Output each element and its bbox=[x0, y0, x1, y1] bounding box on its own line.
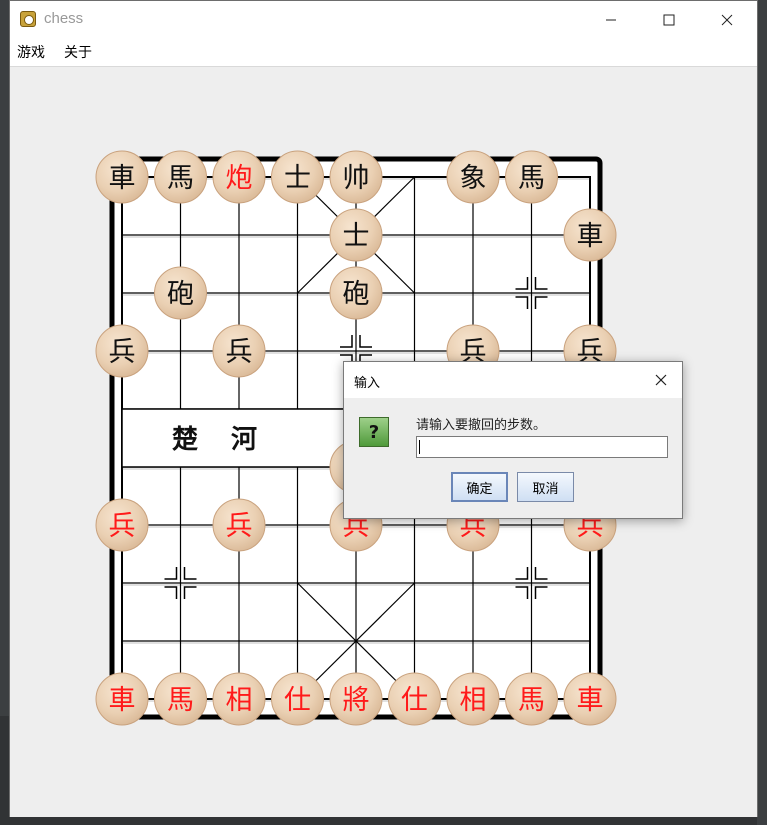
minimize-icon bbox=[606, 19, 616, 20]
chess-piece[interactable]: 馬 bbox=[505, 150, 558, 204]
piece-label: 馬 bbox=[167, 163, 194, 194]
app-icon bbox=[20, 11, 36, 27]
chess-piece[interactable]: 車 bbox=[95, 150, 149, 204]
ok-button[interactable]: 确定 bbox=[451, 472, 508, 502]
chess-piece[interactable]: 仕 bbox=[388, 672, 441, 726]
chess-piece[interactable]: 炮 bbox=[212, 150, 266, 204]
chess-piece[interactable]: 相 bbox=[212, 672, 266, 726]
piece-label: 兵 bbox=[109, 511, 136, 542]
piece-label: 砲 bbox=[343, 279, 370, 310]
chess-piece[interactable]: 車 bbox=[95, 672, 149, 726]
piece-label: 兵 bbox=[226, 337, 253, 368]
chess-piece[interactable]: 帅 bbox=[329, 150, 383, 204]
piece-label: 相 bbox=[460, 685, 487, 716]
piece-label: 炮 bbox=[226, 163, 253, 194]
piece-label: 馬 bbox=[167, 685, 194, 716]
steps-input[interactable] bbox=[416, 436, 668, 458]
chess-piece[interactable]: 砲 bbox=[154, 266, 207, 320]
dialog-title: 输入 bbox=[354, 376, 381, 391]
piece-label: 帅 bbox=[343, 163, 370, 194]
piece-label: 馬 bbox=[518, 685, 545, 716]
piece-label: 士 bbox=[343, 221, 370, 252]
piece-label: 車 bbox=[109, 163, 136, 194]
menu-bar: 游戏 关于 bbox=[10, 38, 757, 67]
close-icon bbox=[721, 14, 733, 25]
piece-label: 馬 bbox=[518, 163, 545, 194]
river-text-chu-he: 楚 河 bbox=[172, 425, 269, 455]
chess-piece[interactable]: 相 bbox=[446, 672, 500, 726]
minimize-button[interactable] bbox=[588, 1, 634, 38]
title-bar[interactable]: chess bbox=[10, 1, 757, 38]
chess-piece[interactable]: 車 bbox=[563, 208, 617, 262]
chess-piece[interactable]: 士 bbox=[329, 208, 383, 262]
chess-piece[interactable]: 馬 bbox=[154, 150, 207, 204]
chess-piece[interactable]: 兵 bbox=[95, 324, 149, 378]
chess-piece[interactable]: 士 bbox=[271, 150, 324, 204]
chess-piece[interactable]: 馬 bbox=[154, 672, 207, 726]
piece-label: 兵 bbox=[109, 337, 136, 368]
close-button[interactable] bbox=[704, 1, 750, 38]
text-caret bbox=[419, 440, 420, 454]
piece-label: 仕 bbox=[284, 685, 311, 716]
maximize-button[interactable] bbox=[646, 1, 692, 38]
piece-label: 兵 bbox=[226, 511, 253, 542]
piece-label: 士 bbox=[284, 163, 311, 194]
chess-piece[interactable]: 兵 bbox=[212, 324, 266, 378]
background-right-strip bbox=[757, 0, 767, 825]
dialog-prompt: 请输入要撤回的步数。 bbox=[416, 418, 547, 433]
chess-piece[interactable]: 車 bbox=[563, 672, 617, 726]
chess-piece[interactable]: 兵 bbox=[95, 498, 149, 552]
chess-piece[interactable]: 兵 bbox=[212, 498, 266, 552]
chess-piece[interactable]: 馬 bbox=[505, 672, 558, 726]
piece-label: 車 bbox=[577, 685, 604, 716]
chess-piece[interactable]: 將 bbox=[329, 672, 383, 726]
question-icon: ? bbox=[359, 417, 389, 447]
piece-label: 象 bbox=[460, 163, 487, 194]
piece-label: 仕 bbox=[401, 685, 428, 716]
chess-piece[interactable]: 仕 bbox=[271, 672, 324, 726]
menu-about[interactable]: 关于 bbox=[64, 42, 92, 62]
piece-label: 車 bbox=[109, 685, 136, 716]
piece-label: 車 bbox=[577, 221, 604, 252]
piece-label: 將 bbox=[343, 685, 370, 716]
chess-piece[interactable]: 象 bbox=[446, 150, 500, 204]
maximize-icon bbox=[663, 14, 675, 25]
menu-game[interactable]: 游戏 bbox=[17, 42, 45, 62]
chess-piece[interactable]: 砲 bbox=[329, 266, 383, 320]
piece-label: 相 bbox=[226, 685, 253, 716]
dialog-title-bar[interactable]: 输入 bbox=[344, 362, 682, 398]
piece-label: 砲 bbox=[167, 279, 194, 310]
input-dialog: 输入 ? 请输入要撤回的步数。 确定 取消 bbox=[343, 361, 683, 519]
window-title: chess bbox=[44, 10, 84, 27]
close-icon bbox=[655, 374, 667, 386]
cancel-button[interactable]: 取消 bbox=[517, 472, 574, 502]
dialog-close-button[interactable] bbox=[646, 366, 676, 394]
